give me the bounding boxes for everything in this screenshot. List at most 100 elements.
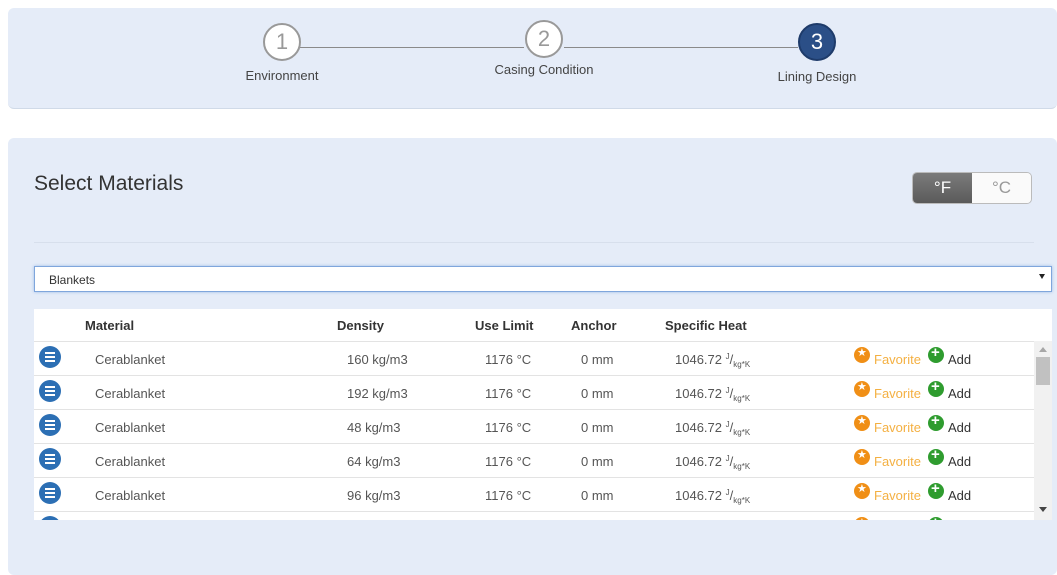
specific-heat-value: 1046.72 [675, 386, 722, 401]
cell-material: Cerablanket [95, 352, 166, 367]
star-icon[interactable] [854, 482, 870, 499]
header-use-limit[interactable]: Use Limit [475, 318, 534, 333]
material-category-select[interactable]: Blankets [34, 266, 1052, 292]
unit-numerator: J [725, 454, 730, 463]
unit-numerator: J [725, 386, 730, 395]
unit-numerator: J [725, 352, 730, 361]
cell-density: 192 kg/m3 [347, 386, 408, 401]
cell-density: 96 kg/m3 [347, 488, 401, 503]
cell-density: 160 kg/m3 [347, 352, 408, 367]
favorite-button[interactable]: Favorite [874, 386, 921, 401]
step-lining-design[interactable]: 3 Lining Design [737, 23, 897, 84]
cell-anchor: 0 mm [581, 352, 614, 367]
add-button[interactable]: Add [948, 488, 971, 503]
cell-density: 48 kg/m3 [347, 420, 401, 435]
specific-heat-value: 1046.72 [675, 420, 722, 435]
favorite-button[interactable]: Favorite [874, 488, 921, 503]
table-row-partial [34, 511, 1034, 520]
favorite-button[interactable]: Favorite [874, 454, 921, 469]
table-header: Material Density Use Limit Anchor Specif… [34, 309, 1034, 341]
step-label: Lining Design [777, 69, 857, 84]
step-label: Casing Condition [494, 62, 594, 77]
unit-denominator: kg*K [733, 462, 751, 471]
favorite-button[interactable]: Favorite [874, 352, 921, 367]
select-materials-panel: Select Materials °F °C Blankets Material… [8, 138, 1057, 575]
unit-numerator: J [725, 420, 730, 429]
chevron-down-icon [1039, 274, 1045, 279]
materials-table: Material Density Use Limit Anchor Specif… [34, 309, 1052, 520]
details-list-icon[interactable] [39, 516, 61, 520]
unit-denominator: kg*K [733, 428, 751, 437]
unit-numerator: J [725, 488, 730, 497]
cell-anchor: 0 mm [581, 454, 614, 469]
temperature-unit-toggle: °F °C [912, 172, 1032, 204]
step-number: 2 [525, 20, 563, 58]
specific-heat-value: 1046.72 [675, 488, 722, 503]
cell-specific-heat: 1046.72 J/kg*K [675, 454, 751, 471]
cell-specific-heat: 1046.72 J/kg*K [675, 352, 751, 369]
header-anchor[interactable]: Anchor [571, 318, 617, 333]
add-button[interactable]: Add [948, 386, 971, 401]
cell-use-limit: 1176 °C [485, 454, 532, 469]
cell-material: Cerablanket [95, 488, 166, 503]
details-list-icon[interactable] [39, 448, 61, 470]
cell-material: Cerablanket [95, 454, 166, 469]
cell-specific-heat: 1046.72 J/kg*K [675, 386, 751, 403]
details-list-icon[interactable] [39, 380, 61, 402]
step-label: Environment [245, 68, 319, 83]
cell-use-limit: 1176 °C [485, 488, 532, 503]
plus-circle-icon[interactable] [928, 412, 944, 431]
divider [34, 242, 1034, 243]
cell-density: 64 kg/m3 [347, 454, 401, 469]
star-icon[interactable] [854, 380, 870, 397]
table-body: Cerablanket 160 kg/m3 1176 °C 0 mm 1046.… [34, 341, 1034, 520]
table-scrollbar[interactable] [1034, 341, 1052, 520]
unit-denominator: kg*K [733, 496, 751, 505]
details-list-icon[interactable] [39, 414, 61, 436]
page-title: Select Materials [34, 172, 184, 195]
cell-material: Cerablanket [95, 420, 166, 435]
cell-anchor: 0 mm [581, 488, 614, 503]
step-environment[interactable]: 1 Environment [202, 23, 362, 83]
star-icon[interactable] [854, 346, 870, 363]
header-density[interactable]: Density [337, 318, 384, 333]
cell-use-limit: 1176 °C [485, 386, 532, 401]
add-button[interactable]: Add [948, 420, 971, 435]
star-icon[interactable] [854, 414, 870, 431]
table-row: Cerablanket 192 kg/m3 1176 °C 0 mm 1046.… [34, 375, 1034, 409]
table-row: Cerablanket 64 kg/m3 1176 °C 0 mm 1046.7… [34, 443, 1034, 477]
step-number: 1 [263, 23, 301, 61]
plus-circle-icon[interactable] [928, 480, 944, 499]
cell-specific-heat: 1046.72 J/kg*K [675, 420, 751, 437]
table-row: Cerablanket 160 kg/m3 1176 °C 0 mm 1046.… [34, 341, 1034, 375]
celsius-button[interactable]: °C [972, 173, 1031, 203]
header-specific-heat[interactable]: Specific Heat [665, 318, 747, 333]
add-button[interactable]: Add [948, 454, 971, 469]
details-list-icon[interactable] [39, 482, 61, 504]
unit-denominator: kg*K [733, 360, 751, 369]
plus-circle-icon[interactable] [928, 378, 944, 397]
specific-heat-value: 1046.72 [675, 352, 722, 367]
plus-circle-icon[interactable] [928, 344, 944, 363]
cell-anchor: 0 mm [581, 386, 614, 401]
star-icon[interactable] [854, 516, 870, 520]
plus-circle-icon[interactable] [928, 514, 944, 520]
step-casing-condition[interactable]: 2 Casing Condition [464, 20, 624, 77]
star-icon[interactable] [854, 448, 870, 465]
scroll-down-icon[interactable] [1039, 507, 1047, 512]
cell-anchor: 0 mm [581, 420, 614, 435]
header-material[interactable]: Material [85, 318, 134, 333]
table-row: Cerablanket 96 kg/m3 1176 °C 0 mm 1046.7… [34, 477, 1034, 511]
wizard-stepper: 1 Environment 2 Casing Condition 3 Linin… [8, 8, 1057, 109]
fahrenheit-button[interactable]: °F [913, 173, 972, 203]
step-number: 3 [798, 23, 836, 61]
details-list-icon[interactable] [39, 346, 61, 368]
select-value: Blankets [49, 273, 96, 287]
scroll-up-icon[interactable] [1039, 347, 1047, 352]
cell-use-limit: 1176 °C [485, 352, 532, 367]
table-row: Cerablanket 48 kg/m3 1176 °C 0 mm 1046.7… [34, 409, 1034, 443]
plus-circle-icon[interactable] [928, 446, 944, 465]
add-button[interactable]: Add [948, 352, 971, 367]
favorite-button[interactable]: Favorite [874, 420, 921, 435]
scrollbar-thumb[interactable] [1036, 357, 1050, 385]
